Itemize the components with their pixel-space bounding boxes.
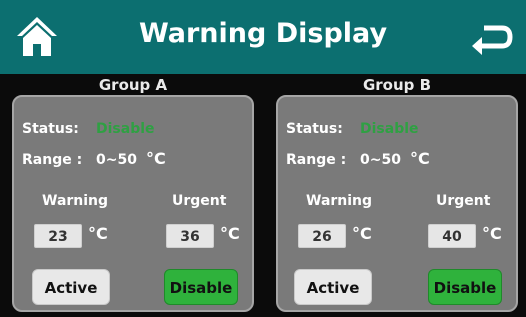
group-b-urgent-label: Urgent xyxy=(436,193,491,209)
group-b-warning-label: Warning xyxy=(306,193,373,209)
group-a-status-value: Disable xyxy=(96,121,155,137)
group-a-status-label: Status: xyxy=(22,121,79,137)
group-a-active-button[interactable]: Active xyxy=(32,269,110,305)
group-a-title: Group A xyxy=(98,76,168,94)
group-a-range-label: Range : xyxy=(22,152,83,168)
return-arrow-icon xyxy=(472,25,513,55)
group-b-urgent-input[interactable]: 40 xyxy=(428,224,476,248)
group-b-disable-button[interactable]: Disable xyxy=(428,269,502,305)
group-a-disable-button[interactable]: Disable xyxy=(164,269,238,305)
group-a-warning-unit: °C xyxy=(88,224,108,243)
group-b-range-unit: °C xyxy=(410,149,430,168)
group-b-range-label: Range : xyxy=(286,152,347,168)
group-a-urgent-unit: °C xyxy=(220,224,240,243)
group-b-active-button[interactable]: Active xyxy=(294,269,372,305)
back-button[interactable] xyxy=(470,20,514,56)
group-a-warning-label: Warning xyxy=(42,193,109,209)
group-b-status-label: Status: xyxy=(286,121,343,137)
group-a-urgent-label: Urgent xyxy=(172,193,227,209)
group-a-range-value: 0~50 xyxy=(96,152,137,168)
group-a-panel: Status: Disable Range : 0~50 °C Warning … xyxy=(12,95,254,312)
group-b-title: Group B xyxy=(362,76,432,94)
page-title: Warning Display xyxy=(138,18,388,49)
group-b-warning-input[interactable]: 26 xyxy=(298,224,346,248)
group-b-urgent-unit: °C xyxy=(482,224,502,243)
top-bar: Warning Display xyxy=(0,0,526,74)
group-a-warning-input[interactable]: 23 xyxy=(34,224,82,248)
group-a-urgent-input[interactable]: 36 xyxy=(166,224,214,248)
group-b-status-value: Disable xyxy=(360,121,419,137)
group-b-panel: Status: Disable Range : 0~50 °C Warning … xyxy=(276,95,518,312)
group-b-warning-unit: °C xyxy=(352,224,372,243)
group-a-range-unit: °C xyxy=(146,149,166,168)
group-b-range-value: 0~50 xyxy=(360,152,401,168)
